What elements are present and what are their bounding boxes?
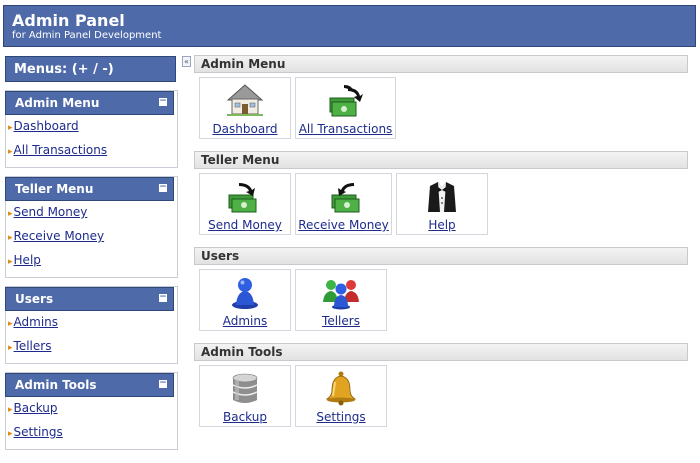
tile-help[interactable]: Help [396,173,488,235]
tile-settings[interactable]: Settings [295,365,387,427]
sidebar-panel-admin-menu: Admin Menu − ▸Dashboard ▸All Transaction… [5,90,178,168]
sidebar-item-label[interactable]: Send Money [14,205,88,219]
bell-icon [325,371,357,406]
sidebar-panel-title: Teller Menu [15,182,94,196]
sidebar-item-help[interactable]: ▸Help [6,253,177,277]
tile-label[interactable]: Send Money [200,218,290,232]
sidebar-item-admins[interactable]: ▸Admins [6,315,177,339]
section-header-teller-menu: Teller Menu [194,151,688,169]
tile-label[interactable]: Receive Money [296,218,391,232]
app-header: Admin Panel for Admin Panel Development [3,5,696,47]
bullet-icon: ▸ [8,147,13,157]
section-header-admin-tools: Admin Tools [194,343,688,361]
tile-label[interactable]: Help [397,218,487,232]
tile-label[interactable]: Settings [296,410,386,424]
tile-receive-money[interactable]: Receive Money [295,173,392,235]
sidebar-item-label[interactable]: Settings [14,425,63,439]
bullet-icon: ▸ [8,405,13,415]
app-title: Admin Panel [12,11,125,30]
tile-label[interactable]: Backup [200,410,290,424]
sidebar-item-label[interactable]: Dashboard [14,119,79,133]
bullet-icon: ▸ [8,209,13,219]
sidebar-item-all-transactions[interactable]: ▸All Transactions [6,143,177,167]
tile-label[interactable]: Admins [200,314,290,328]
sidebar-item-settings[interactable]: ▸Settings [6,425,177,449]
sidebar-item-label[interactable]: Tellers [14,339,52,353]
money-transfer-icon [329,85,363,117]
tile-tellers[interactable]: Tellers [295,269,387,331]
tile-backup[interactable]: Backup [199,365,291,427]
minimize-icon[interactable]: − [159,293,167,302]
bullet-icon: ▸ [8,257,13,267]
sidebar-panel-teller-menu: Teller Menu − ▸Send Money ▸Receive Money… [5,176,178,278]
database-icon [232,373,258,403]
collapse-sidebar-icon[interactable]: « [182,56,191,67]
sidebar-panel-title: Admin Menu [15,96,100,110]
app-subtitle: for Admin Panel Development [12,30,162,41]
minimize-icon[interactable]: − [159,183,167,192]
section-header-users: Users [194,247,688,265]
bullet-icon: ▸ [8,123,13,133]
bullet-icon: ▸ [8,429,13,439]
receive-money-icon [331,183,359,213]
bullet-icon: ▸ [8,343,13,353]
tile-label[interactable]: Dashboard [200,122,290,136]
sidebar-panel-header[interactable]: Teller Menu − [5,177,174,201]
tile-admins[interactable]: Admins [199,269,291,331]
section-header-admin-menu: Admin Menu [194,55,688,73]
sidebar-item-receive-money[interactable]: ▸Receive Money [6,229,177,253]
tile-dashboard[interactable]: Dashboard [199,77,291,139]
tile-send-money[interactable]: Send Money [199,173,291,235]
sidebar-item-label[interactable]: Help [14,253,41,267]
sidebar-panel-header[interactable]: Admin Menu − [5,91,174,115]
sidebar-panel-title: Admin Tools [15,378,97,392]
sidebar-item-label[interactable]: Receive Money [14,229,105,243]
send-money-icon [228,183,257,213]
tile-label[interactable]: Tellers [296,314,386,328]
bullet-icon: ▸ [8,319,13,329]
sidebar-item-label[interactable]: Admins [14,315,59,329]
menus-toggle[interactable]: Menus: (+ / -) [5,56,176,82]
tile-label[interactable]: All Transactions [296,122,395,136]
house-icon [226,84,264,116]
bullet-icon: ▸ [8,233,13,243]
minimize-icon[interactable]: − [159,97,167,106]
sidebar-panel-header[interactable]: Admin Tools − [5,373,174,397]
tile-all-transactions[interactable]: All Transactions [295,77,396,139]
sidebar-panel-title: Users [15,292,54,306]
sidebar-item-backup[interactable]: ▸Backup [6,401,177,425]
minimize-icon[interactable]: − [159,379,167,388]
sidebar-panel-users: Users − ▸Admins ▸Tellers [5,286,178,364]
admin-user-icon [232,278,258,309]
sidebar-item-tellers[interactable]: ▸Tellers [6,339,177,363]
sidebar-panel-header[interactable]: Users − [5,287,174,311]
sidebar-item-send-money[interactable]: ▸Send Money [6,205,177,229]
users-group-icon [323,280,359,310]
sidebar-panel-admin-tools: Admin Tools − ▸Backup ▸Settings [5,372,178,450]
sidebar-item-label[interactable]: All Transactions [14,143,108,157]
sidebar-item-dashboard[interactable]: ▸Dashboard [6,119,177,143]
sidebar-item-label[interactable]: Backup [14,401,58,415]
tuxedo-icon [428,182,456,212]
